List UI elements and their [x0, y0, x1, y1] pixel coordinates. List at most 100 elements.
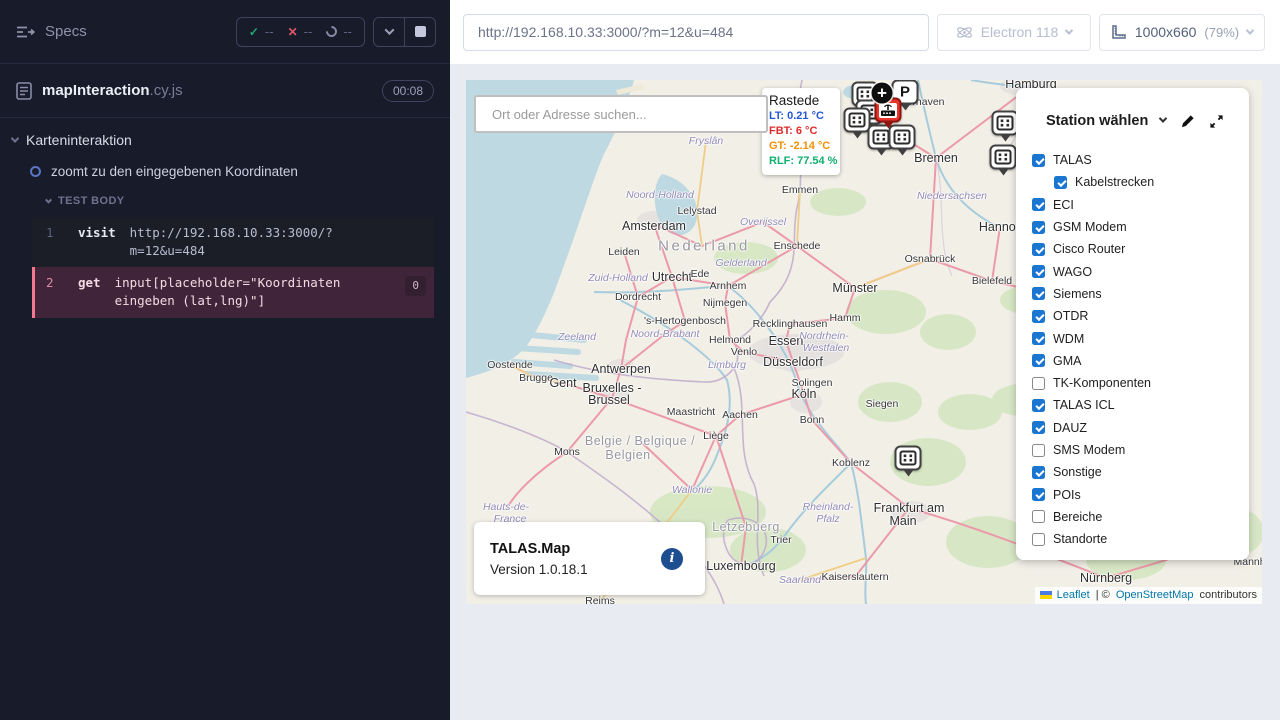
map-label: Liège: [703, 430, 729, 442]
station-filter-row[interactable]: Standorte: [1032, 528, 1233, 550]
station-filter-label: Siemens: [1053, 287, 1102, 301]
checkbox-checked[interactable]: [1032, 221, 1045, 234]
command-number: 2: [46, 274, 64, 310]
station-filter-row[interactable]: WAGO: [1032, 260, 1233, 282]
specs-menu-icon[interactable]: [16, 25, 35, 39]
app-version: Version 1.0.18.1: [490, 562, 588, 577]
station-filter-row[interactable]: TK-Komponenten: [1032, 372, 1233, 394]
expand-icon[interactable]: [1209, 114, 1224, 129]
map-label: Hauts-de-: [483, 501, 529, 513]
checkbox-unchecked[interactable]: [1032, 533, 1045, 546]
station-filter-row[interactable]: TALAS: [1032, 149, 1233, 171]
station-filter-row[interactable]: Cisco Router: [1032, 238, 1233, 260]
checkbox-checked[interactable]: [1032, 488, 1045, 501]
map-label: Mons: [554, 446, 580, 458]
chevron-down-icon: [1246, 26, 1254, 34]
map-label: Lelystad: [677, 205, 716, 217]
station-filter-row[interactable]: Sonstige: [1032, 461, 1233, 483]
tooltip-title: Rastede: [769, 93, 833, 108]
station-marker[interactable]: [844, 108, 871, 133]
station-filter-row[interactable]: DAUZ: [1032, 417, 1233, 439]
station-filter-row[interactable]: GMA: [1032, 350, 1233, 372]
browser-selector[interactable]: Electron 118: [937, 14, 1091, 51]
map-label: Brussel: [588, 393, 630, 407]
tooltip-measurement: GT: -2.14 °C: [769, 139, 833, 154]
checkbox-checked[interactable]: [1032, 243, 1045, 256]
station-filter-row[interactable]: TALAS ICL: [1032, 394, 1233, 416]
command-method: visit: [78, 224, 116, 260]
station-list: TALASKabelstreckenECIGSM ModemCisco Rout…: [1016, 141, 1249, 550]
map-label: Nederland: [658, 238, 750, 255]
command-row[interactable]: 2getinput[placeholder="Koordinaten einge…: [32, 267, 434, 317]
address-bar[interactable]: [463, 14, 929, 51]
checkbox-checked[interactable]: [1032, 332, 1045, 345]
suite-title: Karteninteraktion: [26, 132, 132, 148]
checkbox-checked[interactable]: [1032, 198, 1045, 211]
station-filter-row[interactable]: SMS Modem: [1032, 439, 1233, 461]
test-row[interactable]: zoomt zu den eingegebenen Koordinaten: [0, 152, 450, 183]
map-label: Essen: [769, 334, 804, 348]
geosearch-input[interactable]: [474, 95, 768, 133]
command-row[interactable]: 1visithttp://192.168.10.33:3000/?m=12&u=…: [32, 217, 434, 267]
map-label: Solingen: [792, 377, 833, 389]
info-icon[interactable]: i: [661, 548, 683, 570]
spec-row[interactable]: mapInteraction.cy.js 00:08: [0, 64, 450, 118]
test-state-icon: [30, 166, 41, 177]
station-filter-row[interactable]: WDM: [1032, 327, 1233, 349]
checkbox-checked[interactable]: [1032, 310, 1045, 323]
checkbox-unchecked[interactable]: [1032, 377, 1045, 390]
station-filter-row[interactable]: Bereiche: [1032, 506, 1233, 528]
checkbox-checked[interactable]: [1032, 354, 1045, 367]
checkbox-checked[interactable]: [1054, 176, 1067, 189]
map-label: Rheinland-: [803, 501, 854, 513]
map-label: Niedersachsen: [917, 190, 987, 202]
spec-duration-badge: 00:08: [382, 80, 434, 102]
checkbox-unchecked[interactable]: [1032, 510, 1045, 523]
checkbox-checked[interactable]: [1032, 421, 1045, 434]
cluster-plus-marker[interactable]: +: [872, 83, 893, 104]
station-marker[interactable]: [992, 111, 1019, 136]
osm-link[interactable]: OpenStreetMap: [1116, 589, 1194, 601]
viewport-selector[interactable]: 1000x660 (79%): [1099, 14, 1265, 51]
collapse-reporter-button[interactable]: [374, 18, 404, 46]
browser-label: Electron 118: [981, 24, 1059, 40]
chevron-down-icon[interactable]: [1159, 114, 1167, 122]
test-body-label: TEST BODY: [58, 195, 125, 207]
station-filter-row[interactable]: GSM Modem: [1032, 216, 1233, 238]
station-filter-label: POIs: [1053, 488, 1081, 502]
station-marker[interactable]: [895, 446, 922, 471]
station-filter-row[interactable]: POIs: [1032, 483, 1233, 505]
station-filter-label: TK-Komponenten: [1053, 376, 1151, 390]
stat-refresh: --: [326, 24, 352, 39]
attribution-suffix: contributors: [1196, 589, 1257, 601]
map-label: Venlo: [731, 346, 757, 358]
station-filter-label: DAUZ: [1053, 421, 1087, 435]
aut-stage: Electron 118 1000x660 (79%): [450, 0, 1280, 720]
checkbox-checked[interactable]: [1032, 399, 1045, 412]
checkbox-checked[interactable]: [1032, 466, 1045, 479]
map-label: Letzebuerg: [712, 520, 780, 534]
cypress-reporter: Specs ✓--✕---- mapInteraction.cy.js 00:0…: [0, 0, 450, 720]
stop-button[interactable]: [405, 18, 435, 46]
checkbox-checked[interactable]: [1032, 154, 1045, 167]
leaflet-link[interactable]: Leaflet: [1057, 589, 1090, 601]
test-body-section[interactable]: TEST BODY: [0, 183, 450, 213]
map-label: Pfalz: [816, 513, 839, 525]
station-filter-label: Sonstige: [1053, 465, 1102, 479]
station-filter-row[interactable]: ECI: [1032, 194, 1233, 216]
checkbox-checked[interactable]: [1032, 265, 1045, 278]
station-marker[interactable]: [990, 145, 1017, 170]
station-filter-row[interactable]: Siemens: [1032, 283, 1233, 305]
checkbox-unchecked[interactable]: [1032, 444, 1045, 457]
spec-file-icon: [16, 82, 32, 100]
edit-icon[interactable]: [1180, 114, 1195, 129]
viewport-zoom: (79%): [1204, 25, 1239, 40]
suite-row[interactable]: Karteninteraktion: [0, 118, 450, 152]
map-label: Osnabrück: [905, 253, 956, 265]
leaflet-map[interactable]: HamburgBremerhavenBremenNiedersachsenHan…: [466, 80, 1262, 604]
checkbox-checked[interactable]: [1032, 287, 1045, 300]
station-filter-row[interactable]: OTDR: [1032, 305, 1233, 327]
map-label: Gent: [549, 376, 576, 390]
map-label: Westfalen: [803, 342, 850, 354]
station-filter-row[interactable]: Kabelstrecken: [1054, 171, 1233, 193]
